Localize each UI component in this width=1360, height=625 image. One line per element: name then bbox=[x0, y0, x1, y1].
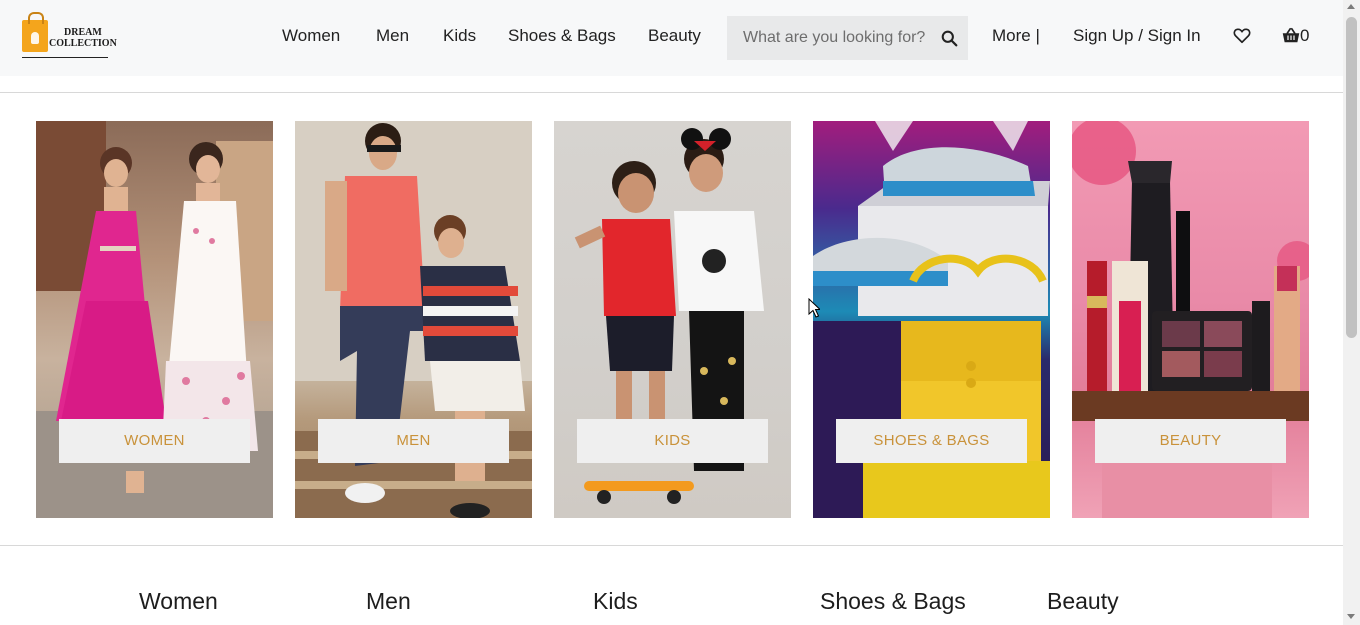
cart-count[interactable]: 0 bbox=[1300, 26, 1309, 46]
footer-heading-shoes-bags[interactable]: Shoes & Bags bbox=[820, 588, 966, 615]
category-label-men[interactable]: MEN bbox=[318, 419, 509, 463]
footer-heading-women[interactable]: Women bbox=[139, 588, 218, 615]
category-label-women[interactable]: WOMEN bbox=[59, 419, 250, 463]
nav-women[interactable]: Women bbox=[282, 26, 340, 46]
heart-icon[interactable] bbox=[1233, 27, 1251, 44]
category-label-beauty[interactable]: BEAUTY bbox=[1095, 419, 1286, 463]
search-icon[interactable] bbox=[941, 30, 958, 47]
mouse-cursor-icon bbox=[808, 298, 820, 318]
nav-beauty[interactable]: Beauty bbox=[648, 26, 701, 46]
basket-icon[interactable] bbox=[1282, 27, 1300, 44]
scroll-thumb[interactable] bbox=[1346, 17, 1357, 338]
category-label-shoes-bags[interactable]: SHOES & BAGS bbox=[836, 419, 1027, 463]
vertical-scrollbar[interactable] bbox=[1343, 0, 1360, 625]
footer-heading-men[interactable]: Men bbox=[366, 588, 411, 615]
category-card-kids[interactable]: KIDS bbox=[554, 121, 791, 518]
scroll-up-arrow-icon[interactable] bbox=[1347, 4, 1355, 9]
nav-men[interactable]: Men bbox=[376, 26, 409, 46]
search-input[interactable] bbox=[727, 16, 937, 60]
category-card-women[interactable]: WOMEN bbox=[36, 121, 273, 518]
site-header: DREAM COLLECTION Women Men Kids Shoes & … bbox=[0, 0, 1343, 76]
nav-more[interactable]: More | bbox=[992, 26, 1040, 46]
signin-link[interactable]: Sign Up / Sign In bbox=[1073, 26, 1201, 46]
scroll-down-arrow-icon[interactable] bbox=[1347, 614, 1355, 619]
logo-underline bbox=[22, 57, 108, 58]
logo-text-line2: COLLECTION bbox=[49, 38, 117, 49]
footer-heading-beauty[interactable]: Beauty bbox=[1047, 588, 1119, 615]
divider bbox=[0, 92, 1343, 93]
nav-shoes-bags[interactable]: Shoes & Bags bbox=[508, 26, 616, 46]
category-card-men[interactable]: MEN bbox=[295, 121, 532, 518]
category-card-shoes-bags[interactable]: SHOES & BAGS bbox=[813, 121, 1050, 518]
brand-logo[interactable]: DREAM COLLECTION bbox=[22, 12, 117, 60]
nav-kids[interactable]: Kids bbox=[443, 26, 476, 46]
search-box bbox=[727, 16, 968, 60]
divider bbox=[0, 545, 1343, 546]
logo-text-line1: DREAM bbox=[64, 27, 102, 38]
category-card-beauty[interactable]: BEAUTY bbox=[1072, 121, 1309, 518]
shopping-bag-logo-icon bbox=[22, 12, 48, 52]
logo-text: DREAM COLLECTION bbox=[49, 27, 117, 49]
footer-heading-kids[interactable]: Kids bbox=[593, 588, 638, 615]
category-label-kids[interactable]: KIDS bbox=[577, 419, 768, 463]
